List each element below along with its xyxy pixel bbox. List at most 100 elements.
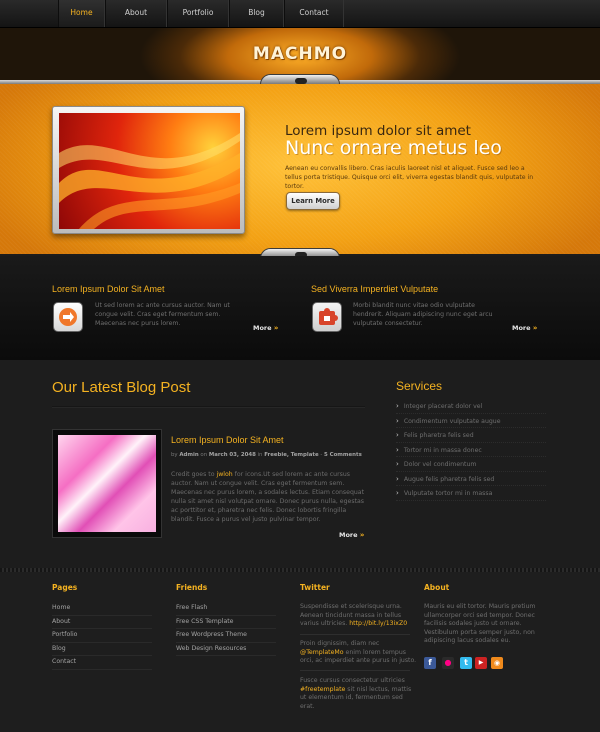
features-section xyxy=(0,256,600,360)
nav-about[interactable]: About xyxy=(105,0,167,27)
meta-author[interactable]: Admin xyxy=(179,452,198,458)
footer-link[interactable]: Portfolio xyxy=(52,629,152,643)
youtube-icon[interactable]: ▶ xyxy=(475,657,487,669)
feature-2-more-link[interactable]: More » xyxy=(512,324,537,332)
footer-link[interactable]: Free Wordpress Theme xyxy=(176,629,276,643)
hero-image xyxy=(59,113,240,229)
footer-link[interactable]: Free Flash xyxy=(176,602,276,616)
puzzle-icon xyxy=(312,302,342,332)
footer-link[interactable]: Free CSS Template xyxy=(176,616,276,629)
double-chevron-icon: » xyxy=(359,531,365,539)
post-meta: by Admin on March 03, 2048 in Freebie, T… xyxy=(171,452,362,458)
feature-1-title[interactable]: Lorem Ipsum Dolor Sit Amet xyxy=(52,284,165,294)
nav-blog[interactable]: Blog xyxy=(229,0,284,27)
footer-friends-heading: Friends xyxy=(176,583,208,592)
top-navigation: Home About Portfolio Blog Contact xyxy=(0,0,600,28)
footer-about-text: Mauris eu elit tortor. Mauris pretium ul… xyxy=(424,603,536,644)
tweet-link[interactable]: #freetemplate xyxy=(300,686,345,693)
chevron-right-icon: › xyxy=(396,402,399,410)
footer-pages-list: Home About Portfolio Blog Contact xyxy=(52,602,152,670)
chevron-right-icon: › xyxy=(396,489,399,497)
blog-heading: Our Latest Blog Post xyxy=(52,379,191,396)
service-label: Condimentum vulputate augue xyxy=(403,417,501,425)
post-image xyxy=(58,435,156,532)
hero-subtitle: Nunc ornare metus leo xyxy=(285,137,502,159)
chevron-right-icon: › xyxy=(396,474,399,483)
rss-icon[interactable]: ◉ xyxy=(491,657,503,669)
service-label: Tortor mi in massa donec xyxy=(403,446,482,454)
meta-in: in xyxy=(257,452,263,458)
tweet: Suspendisse et scelerisque urna. Aenean … xyxy=(300,603,418,629)
feature-1-more-label: More xyxy=(253,324,272,332)
post-more-label: More xyxy=(339,531,358,539)
post-body: Credit goes to jwloh for icons.Ut sed lo… xyxy=(171,470,367,524)
tweet: Proin dignissim, diam nec @TemplateMo en… xyxy=(300,640,418,666)
meta-comments[interactable]: 5 Comments xyxy=(324,452,362,458)
nav-contact[interactable]: Contact xyxy=(284,0,344,27)
footer-twitter-heading: Twitter xyxy=(300,583,330,592)
feature-1-more-link[interactable]: More » xyxy=(253,324,278,332)
learn-more-button[interactable]: Learn More xyxy=(286,192,340,210)
chevron-right-icon: › xyxy=(396,445,399,454)
post-title[interactable]: Lorem Ipsum Dolor Sit Amet xyxy=(171,435,284,445)
feature-2-text: Morbi blandit nunc vitae odio vulputate … xyxy=(353,302,493,327)
service-item[interactable]: › Augue felis pharetra felis sed xyxy=(396,472,546,486)
service-label: Dolor vel condimentum xyxy=(403,461,477,468)
post-more-link[interactable]: More » xyxy=(339,531,364,539)
hero-image-frame xyxy=(52,106,245,234)
blog-divider xyxy=(52,406,365,408)
tweet-divider xyxy=(300,670,410,671)
footer-about-heading: About xyxy=(424,583,450,592)
chevron-right-icon: › xyxy=(396,416,399,425)
service-item[interactable]: › Integer placerat dolor vel xyxy=(396,399,546,414)
meta-on: on xyxy=(200,452,208,458)
feature-2-title[interactable]: Sed Viverra Imperdiet Vulputate xyxy=(311,284,438,294)
meta-by: by xyxy=(171,452,178,458)
flickr-icon[interactable]: ● xyxy=(442,657,454,669)
services-list: › Integer placerat dolor vel › Condimentum… xyxy=(396,399,546,501)
nav-portfolio[interactable]: Portfolio xyxy=(167,0,229,27)
feature-1-text: Ut sed lorem ac ante cursus auctor. Nam … xyxy=(95,302,230,327)
footer-link[interactable]: Web Design Resources xyxy=(176,643,276,656)
post-body-text: Credit goes to xyxy=(171,471,217,478)
site-logo[interactable]: MACHMO xyxy=(0,44,600,64)
meta-date: March 03, 2048 xyxy=(208,452,256,458)
footer-link[interactable]: Home xyxy=(52,602,152,616)
service-label: Integer placerat dolor vel xyxy=(403,403,483,410)
tweet-link[interactable]: http://bit.ly/13ixZ0 xyxy=(349,620,407,627)
tweet-divider xyxy=(300,634,410,635)
footer-link[interactable]: Blog xyxy=(52,643,152,656)
double-chevron-icon: » xyxy=(273,324,279,332)
service-item[interactable]: › Tortor mi in massa donec xyxy=(396,443,546,457)
service-label: Felis pharetra felis sed xyxy=(403,432,474,439)
service-item[interactable]: › Condimentum vulputate augue xyxy=(396,414,546,428)
service-item[interactable]: › Vulputate tortor mi in massa xyxy=(396,486,546,501)
meta-separator: - xyxy=(320,452,323,458)
arrow-swap-icon xyxy=(53,302,83,332)
footer-link[interactable]: About xyxy=(52,616,152,629)
services-heading: Services xyxy=(396,379,443,393)
post-body-text-2: for icons.Ut sed lorem ac ante cursus au… xyxy=(171,471,365,523)
post-credit-link[interactable]: jwloh xyxy=(216,471,232,478)
twitter-icon[interactable]: t xyxy=(460,657,472,669)
footer-pages-heading: Pages xyxy=(52,583,78,592)
meta-categories[interactable]: Freebie, Template xyxy=(264,452,318,458)
service-item[interactable]: › Felis pharetra felis sed xyxy=(396,428,546,443)
hero-section: Lorem ipsum dolor sit amet Nunc ornare m… xyxy=(0,84,600,254)
service-label: Vulputate tortor mi in massa xyxy=(403,490,493,497)
chevron-right-icon: › xyxy=(396,431,399,439)
post-thumbnail[interactable] xyxy=(52,429,162,538)
tweet-link[interactable]: @TemplateMo xyxy=(300,649,344,656)
footer-link[interactable]: Contact xyxy=(52,656,152,670)
hero-text: Aenean eu convallis libero. Cras iaculis… xyxy=(285,165,534,190)
tweet-text: Fusce cursus consectetur ultricies xyxy=(300,677,405,684)
tweet: Fusce cursus consectetur ultricies #free… xyxy=(300,677,418,711)
chevron-right-icon: › xyxy=(396,460,399,468)
facebook-icon[interactable]: f xyxy=(424,657,436,669)
nav-home[interactable]: Home xyxy=(58,0,105,27)
service-label: Augue felis pharetra felis sed xyxy=(403,475,495,483)
service-item[interactable]: › Dolor vel condimentum xyxy=(396,457,546,472)
double-chevron-icon: » xyxy=(532,324,538,332)
feature-2-more-label: More xyxy=(512,324,531,332)
tweet-text: Proin dignissim, diam nec xyxy=(300,640,380,647)
